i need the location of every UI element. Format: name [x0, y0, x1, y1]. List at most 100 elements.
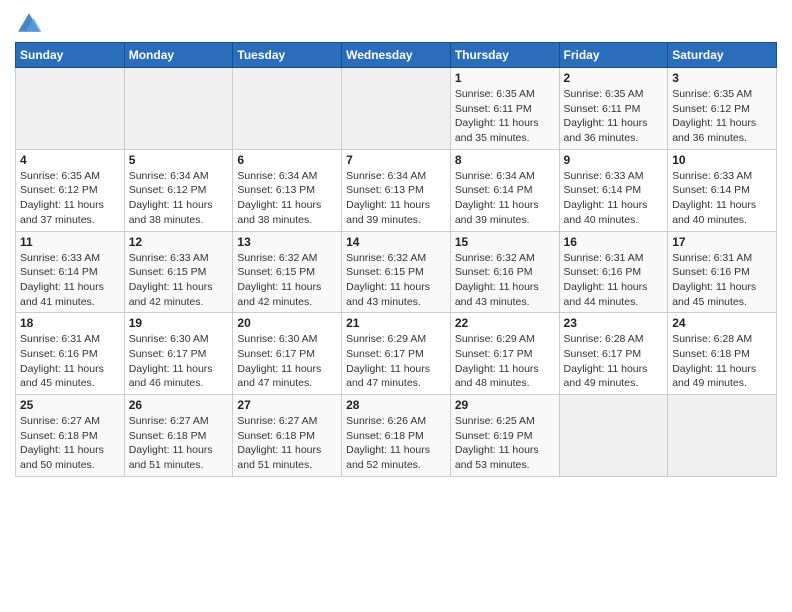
day-info: Sunrise: 6:34 AM Sunset: 6:12 PM Dayligh…	[129, 169, 229, 228]
calendar-cell: 24 Sunrise: 6:28 AM Sunset: 6:18 PM Dayli…	[668, 313, 777, 395]
day-info: Sunrise: 6:34 AM Sunset: 6:13 PM Dayligh…	[346, 169, 446, 228]
calendar-cell: 2Sunrise: 6:35 AM Sunset: 6:11 PM Daylig…	[559, 68, 668, 150]
day-number: 9	[564, 153, 664, 167]
calendar-cell: 28 Sunrise: 6:26 AM Sunset: 6:18 PM Dayli…	[342, 395, 451, 477]
calendar-cell: 17Sunrise: 6:31 AM Sunset: 6:16 PM Dayli…	[668, 231, 777, 313]
day-number: 1	[455, 71, 555, 85]
day-number: 26	[129, 398, 229, 412]
calendar-cell: 19 Sunrise: 6:30 AM Sunset: 6:17 PM Dayli…	[124, 313, 233, 395]
day-number: 15	[455, 235, 555, 249]
day-number: 24	[672, 316, 772, 330]
calendar-cell: 18 Sunrise: 6:31 AM Sunset: 6:16 PM Dayli…	[16, 313, 125, 395]
day-number: 3	[672, 71, 772, 85]
calendar-cell	[16, 68, 125, 150]
day-number: 17	[672, 235, 772, 249]
calendar-cell: 8 Sunrise: 6:34 AM Sunset: 6:14 PM Daylig…	[450, 149, 559, 231]
calendar-header-row: SundayMondayTuesdayWednesdayThursdayFrid…	[16, 43, 777, 68]
day-info: Sunrise: 6:28 AM Sunset: 6:17 PM Dayligh…	[564, 332, 664, 391]
day-number: 11	[20, 235, 120, 249]
calendar-cell	[342, 68, 451, 150]
day-info: Sunrise: 6:30 AM Sunset: 6:17 PM Dayligh…	[237, 332, 337, 391]
day-number: 4	[20, 153, 120, 167]
day-info: Sunrise: 6:31 AM Sunset: 6:16 PM Dayligh…	[20, 332, 120, 391]
calendar-week-2: 4 Sunrise: 6:35 AM Sunset: 6:12 PM Daylig…	[16, 149, 777, 231]
calendar-cell: 9Sunrise: 6:33 AM Sunset: 6:14 PM Daylig…	[559, 149, 668, 231]
day-info: Sunrise: 6:26 AM Sunset: 6:18 PM Dayligh…	[346, 414, 446, 473]
calendar-cell	[559, 395, 668, 477]
day-number: 22	[455, 316, 555, 330]
calendar-cell	[668, 395, 777, 477]
day-number: 18	[20, 316, 120, 330]
header	[15, 10, 777, 38]
day-info: Sunrise: 6:27 AM Sunset: 6:18 PM Dayligh…	[20, 414, 120, 473]
calendar-header-wednesday: Wednesday	[342, 43, 451, 68]
day-number: 25	[20, 398, 120, 412]
calendar-cell: 16Sunrise: 6:31 AM Sunset: 6:16 PM Dayli…	[559, 231, 668, 313]
day-info: Sunrise: 6:31 AM Sunset: 6:16 PM Dayligh…	[564, 251, 664, 310]
day-info: Sunrise: 6:35 AM Sunset: 6:12 PM Dayligh…	[672, 87, 772, 146]
calendar-cell: 23 Sunrise: 6:28 AM Sunset: 6:17 PM Dayli…	[559, 313, 668, 395]
day-info: Sunrise: 6:33 AM Sunset: 6:14 PM Dayligh…	[672, 169, 772, 228]
day-info: Sunrise: 6:30 AM Sunset: 6:17 PM Dayligh…	[129, 332, 229, 391]
calendar-cell: 7 Sunrise: 6:34 AM Sunset: 6:13 PM Daylig…	[342, 149, 451, 231]
day-info: Sunrise: 6:34 AM Sunset: 6:13 PM Dayligh…	[237, 169, 337, 228]
logo	[15, 10, 47, 38]
day-info: Sunrise: 6:33 AM Sunset: 6:15 PM Dayligh…	[129, 251, 229, 310]
day-info: Sunrise: 6:29 AM Sunset: 6:17 PM Dayligh…	[455, 332, 555, 391]
day-number: 29	[455, 398, 555, 412]
day-info: Sunrise: 6:27 AM Sunset: 6:18 PM Dayligh…	[237, 414, 337, 473]
day-number: 28	[346, 398, 446, 412]
day-number: 5	[129, 153, 229, 167]
day-number: 13	[237, 235, 337, 249]
day-info: Sunrise: 6:29 AM Sunset: 6:17 PM Dayligh…	[346, 332, 446, 391]
day-info: Sunrise: 6:32 AM Sunset: 6:15 PM Dayligh…	[237, 251, 337, 310]
calendar-cell: 22 Sunrise: 6:29 AM Sunset: 6:17 PM Dayli…	[450, 313, 559, 395]
calendar-cell: 12Sunrise: 6:33 AM Sunset: 6:15 PM Dayli…	[124, 231, 233, 313]
day-number: 6	[237, 153, 337, 167]
day-number: 14	[346, 235, 446, 249]
day-info: Sunrise: 6:28 AM Sunset: 6:18 PM Dayligh…	[672, 332, 772, 391]
day-info: Sunrise: 6:32 AM Sunset: 6:15 PM Dayligh…	[346, 251, 446, 310]
day-info: Sunrise: 6:35 AM Sunset: 6:11 PM Dayligh…	[455, 87, 555, 146]
calendar-week-3: 11 Sunrise: 6:33 AM Sunset: 6:14 PM Dayli…	[16, 231, 777, 313]
day-info: Sunrise: 6:32 AM Sunset: 6:16 PM Dayligh…	[455, 251, 555, 310]
day-info: Sunrise: 6:25 AM Sunset: 6:19 PM Dayligh…	[455, 414, 555, 473]
calendar-cell: 6 Sunrise: 6:34 AM Sunset: 6:13 PM Daylig…	[233, 149, 342, 231]
calendar-cell: 4 Sunrise: 6:35 AM Sunset: 6:12 PM Daylig…	[16, 149, 125, 231]
day-info: Sunrise: 6:33 AM Sunset: 6:14 PM Dayligh…	[20, 251, 120, 310]
calendar-cell	[124, 68, 233, 150]
calendar-cell: 5 Sunrise: 6:34 AM Sunset: 6:12 PM Daylig…	[124, 149, 233, 231]
calendar-header-sunday: Sunday	[16, 43, 125, 68]
calendar-cell: 25 Sunrise: 6:27 AM Sunset: 6:18 PM Dayli…	[16, 395, 125, 477]
calendar-cell: 26Sunrise: 6:27 AM Sunset: 6:18 PM Dayli…	[124, 395, 233, 477]
calendar-header-monday: Monday	[124, 43, 233, 68]
calendar-cell	[233, 68, 342, 150]
calendar-week-4: 18 Sunrise: 6:31 AM Sunset: 6:16 PM Dayli…	[16, 313, 777, 395]
calendar-cell: 29 Sunrise: 6:25 AM Sunset: 6:19 PM Dayli…	[450, 395, 559, 477]
day-info: Sunrise: 6:35 AM Sunset: 6:12 PM Dayligh…	[20, 169, 120, 228]
day-number: 20	[237, 316, 337, 330]
calendar-week-5: 25 Sunrise: 6:27 AM Sunset: 6:18 PM Dayli…	[16, 395, 777, 477]
day-number: 10	[672, 153, 772, 167]
calendar-cell: 20 Sunrise: 6:30 AM Sunset: 6:17 PM Dayli…	[233, 313, 342, 395]
day-info: Sunrise: 6:35 AM Sunset: 6:11 PM Dayligh…	[564, 87, 664, 146]
calendar-header-friday: Friday	[559, 43, 668, 68]
page-container: SundayMondayTuesdayWednesdayThursdayFrid…	[0, 0, 792, 482]
calendar-cell: 10 Sunrise: 6:33 AM Sunset: 6:14 PM Dayli…	[668, 149, 777, 231]
calendar-cell: 15 Sunrise: 6:32 AM Sunset: 6:16 PM Dayli…	[450, 231, 559, 313]
day-number: 8	[455, 153, 555, 167]
calendar-cell: 13 Sunrise: 6:32 AM Sunset: 6:15 PM Dayli…	[233, 231, 342, 313]
day-number: 23	[564, 316, 664, 330]
day-number: 19	[129, 316, 229, 330]
calendar-table: SundayMondayTuesdayWednesdayThursdayFrid…	[15, 42, 777, 477]
calendar-week-1: 1 Sunrise: 6:35 AM Sunset: 6:11 PM Daylig…	[16, 68, 777, 150]
calendar-cell: 21 Sunrise: 6:29 AM Sunset: 6:17 PM Dayli…	[342, 313, 451, 395]
day-number: 21	[346, 316, 446, 330]
day-number: 7	[346, 153, 446, 167]
calendar-cell: 1 Sunrise: 6:35 AM Sunset: 6:11 PM Daylig…	[450, 68, 559, 150]
calendar-cell: 11 Sunrise: 6:33 AM Sunset: 6:14 PM Dayli…	[16, 231, 125, 313]
calendar-cell: 14 Sunrise: 6:32 AM Sunset: 6:15 PM Dayli…	[342, 231, 451, 313]
calendar-cell: 27Sunrise: 6:27 AM Sunset: 6:18 PM Dayli…	[233, 395, 342, 477]
logo-icon	[15, 10, 43, 38]
day-info: Sunrise: 6:34 AM Sunset: 6:14 PM Dayligh…	[455, 169, 555, 228]
